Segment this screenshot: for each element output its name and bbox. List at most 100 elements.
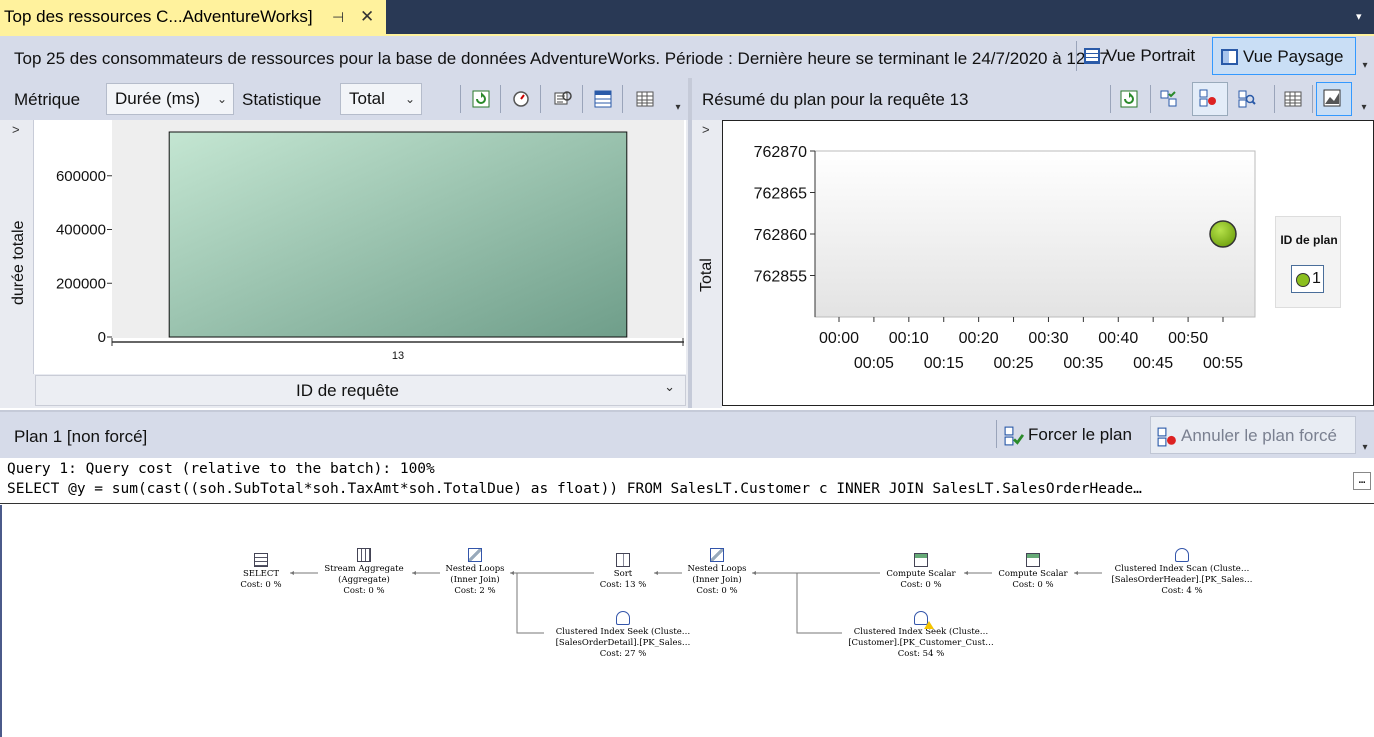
plan-node-name: Compute Scalar <box>998 569 1068 579</box>
chart-view-button[interactable] <box>588 84 618 114</box>
plan-node-clustered-index-seek[interactable]: Clustered Index Seek (Cluste… [Customer]… <box>840 611 1002 660</box>
metric-label: Métrique <box>14 90 81 109</box>
header-overflow-icon[interactable]: ▾ <box>1357 60 1373 76</box>
plan-node-sub: [SalesOrderHeader].[PK_Sales… <box>1111 575 1253 585</box>
x-tick-label: 00:30 <box>1028 330 1068 347</box>
chart-view-icon <box>1323 89 1341 107</box>
y-tick-label: 600000 <box>56 168 106 185</box>
grid-view-button[interactable] <box>630 84 660 114</box>
plan-node-sub: (Aggregate) <box>338 575 390 585</box>
plan-node-compute-scalar[interactable]: Compute Scalar Cost: 0 % <box>878 553 964 591</box>
unforce-plan-label: Annuler le plan forcé <box>1181 426 1337 445</box>
compute-scalar-icon <box>914 553 928 567</box>
report-header: Top 25 des consommateurs de ressources p… <box>0 34 1374 78</box>
landscape-view-button[interactable]: Vue Paysage <box>1212 37 1356 75</box>
expand-icon[interactable]: > <box>702 122 710 137</box>
stream-aggregate-icon <box>357 548 371 562</box>
metric-select[interactable]: Durée (ms) ⌄ <box>106 83 234 115</box>
plan-summary-title: Résumé du plan pour la requête 13 <box>702 90 969 109</box>
force-plan-button[interactable]: Forcer le plan <box>998 416 1142 454</box>
x-tick-label: 00:45 <box>1133 355 1173 372</box>
compare-plans-button[interactable] <box>1154 84 1184 114</box>
query-sql-line: SELECT @y = sum(cast((soh.SubTotal*soh.T… <box>7 481 1142 497</box>
search-plan-button[interactable] <box>1232 84 1262 114</box>
chart-view-button[interactable] <box>1316 82 1352 116</box>
document-tab[interactable]: Top des ressources C...AdventureWorks] <box>0 0 386 34</box>
toolbar-separator <box>460 85 461 113</box>
track-query-button[interactable] <box>548 84 578 114</box>
landscape-view-label: Vue Paysage <box>1243 47 1344 66</box>
plan-summary-toolbar: Résumé du plan pour la requête 13 ▾ <box>692 78 1374 120</box>
legend-marker-icon <box>1296 273 1310 287</box>
metric-select-value: Durée (ms) <box>115 89 201 108</box>
plan-node-nested-loops[interactable]: Nested Loops (Inner Join) Cost: 0 % <box>676 548 758 597</box>
plan-node-sub: [SalesOrderDetail].[PK_Sales… <box>555 638 691 648</box>
clustered-index-scan-icon <box>1175 548 1189 562</box>
x-tick-label: 00:25 <box>994 355 1034 372</box>
query-text-panel[interactable]: Query 1: Query cost (relative to the bat… <box>0 458 1374 504</box>
grid-view-button[interactable] <box>1278 84 1308 114</box>
search-icon <box>1238 90 1256 108</box>
chevron-down-icon: ⌄ <box>216 92 227 106</box>
toolbar-overflow-icon[interactable]: ▾ <box>670 102 686 118</box>
plan-node-clustered-index-seek[interactable]: Clustered Index Seek (Cluste… [SalesOrde… <box>542 611 704 660</box>
plan-node-cost: Cost: 54 % <box>897 649 945 659</box>
plan-node-cost: Cost: 0 % <box>900 580 942 590</box>
toolbar-separator <box>1312 85 1313 113</box>
toolbar-separator <box>1150 85 1151 113</box>
chevron-down-icon: ⌄ <box>404 92 415 106</box>
plan-node-select[interactable]: SELECT Cost: 0 % <box>230 553 292 591</box>
toolbar-separator <box>622 85 623 113</box>
plan-node-cost: Cost: 0 % <box>240 580 282 590</box>
tab-overflow-icon[interactable]: ▾ <box>1356 10 1362 23</box>
plan-node-cost: Cost: 13 % <box>599 580 647 590</box>
refresh-button[interactable] <box>466 84 496 114</box>
pin-icon[interactable]: ⊣ <box>332 0 348 34</box>
grid-icon <box>636 91 654 107</box>
plan-node-cost: Cost: 0 % <box>1012 580 1054 590</box>
plan-bar-overflow-icon[interactable]: ▾ <box>1357 442 1373 458</box>
plan-legend: ID de plan 1 <box>1275 216 1341 308</box>
refresh-button[interactable] <box>1114 84 1144 114</box>
plan-node-sort[interactable]: Sort Cost: 13 % <box>592 553 654 591</box>
x-tick-label: 00:40 <box>1098 330 1138 347</box>
plan-node-clustered-index-scan[interactable]: Clustered Index Scan (Cluste… [SalesOrde… <box>1100 548 1264 597</box>
close-icon[interactable]: ✕ <box>360 0 380 34</box>
legend-entry[interactable]: 1 <box>1291 265 1324 293</box>
portrait-view-label: Vue Portrait <box>1106 46 1196 65</box>
statistic-label: Statistique <box>242 90 322 109</box>
nested-loops-icon <box>468 548 482 562</box>
compute-scalar-icon <box>1026 553 1040 567</box>
refresh-icon <box>472 90 490 108</box>
plan-node-stream-aggregate[interactable]: Stream Aggregate (Aggregate) Cost: 0 % <box>314 548 414 597</box>
plan-node-nested-loops[interactable]: Nested Loops (Inner Join) Cost: 2 % <box>434 548 516 597</box>
warning-icon <box>924 621 934 629</box>
force-plan-toolbar-button[interactable] <box>1192 82 1228 116</box>
nested-loops-icon <box>710 548 724 562</box>
y-tick-label: 200000 <box>56 275 106 292</box>
execution-plan-diagram: SELECT Cost: 0 % Stream Aggregate (Aggre… <box>0 505 1374 737</box>
bar-chart-svg: 0 200000 400000 600000 13 <box>56 120 684 362</box>
portrait-view-icon <box>1084 48 1100 64</box>
plan-node-compute-scalar[interactable]: Compute Scalar Cost: 0 % <box>990 553 1076 591</box>
x-axis-selector-label: ID de requête <box>296 381 400 400</box>
x-tick-label: 13 <box>392 350 404 362</box>
unforce-plan-icon <box>1157 427 1176 447</box>
toolbar-separator <box>500 85 501 113</box>
statistic-select[interactable]: Total ⌄ <box>340 83 422 115</box>
bar-13 <box>168 131 628 338</box>
x-axis-selector[interactable]: ID de requête ⌄ <box>35 375 686 406</box>
configure-button[interactable] <box>506 84 536 114</box>
refresh-icon <box>1120 90 1138 108</box>
sort-icon <box>616 553 630 567</box>
unforce-plan-button[interactable]: Annuler le plan forcé <box>1150 416 1356 454</box>
x-tick-label: 00:10 <box>889 330 929 347</box>
plan-node-name: Clustered Index Scan (Cluste… <box>1114 564 1250 574</box>
expand-icon[interactable]: > <box>12 122 20 137</box>
x-tick-label: 00:55 <box>1203 355 1243 372</box>
plan-node-cost: Cost: 27 % <box>599 649 647 659</box>
toolbar-overflow-icon[interactable]: ▾ <box>1356 102 1372 118</box>
more-icon[interactable]: … <box>1353 472 1371 490</box>
portrait-view-button[interactable]: Vue Portrait <box>1076 37 1205 75</box>
right-chart-y-axis-label: Total <box>698 258 715 292</box>
